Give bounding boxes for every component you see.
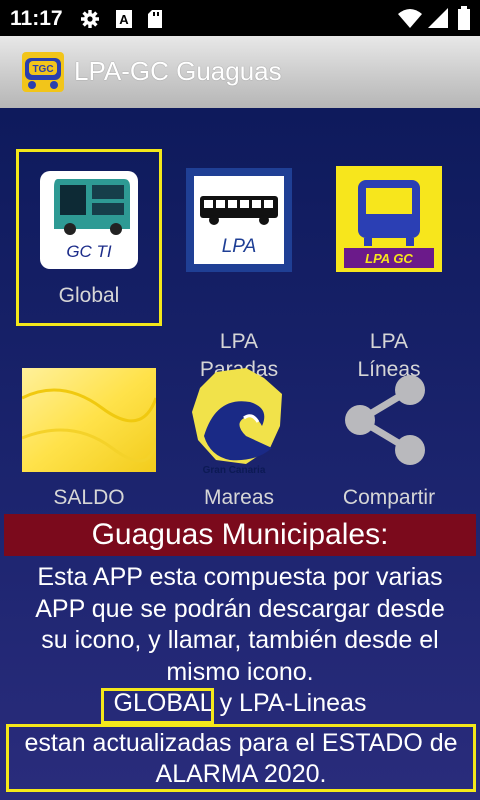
update-note: estan actualizadas para el ESTADO de ALA… bbox=[6, 724, 476, 792]
gear-icon bbox=[81, 10, 99, 28]
tile-lpa-lineas[interactable]: LPA GC LPA Líneas bbox=[316, 149, 462, 381]
status-bar: 11:17 A bbox=[0, 0, 480, 36]
tile-lpa-lineas-icon-text: LPA GC bbox=[365, 251, 413, 266]
share-icon bbox=[345, 375, 425, 465]
description-line: su icono, y llamar, también desde el bbox=[41, 626, 439, 654]
description-line: APP que se podrán descargar desde bbox=[35, 594, 445, 623]
tile-global-icon-text: GC TI bbox=[66, 242, 112, 261]
clock: 11:17 bbox=[10, 7, 63, 30]
global-highlight-box bbox=[101, 688, 214, 724]
bus-lpa-icon: LPA bbox=[186, 168, 292, 272]
lineas-text: y LPA-Lineas bbox=[212, 689, 367, 717]
tile-global[interactable]: GC TI Global bbox=[16, 149, 162, 326]
tile-mareas-label: Mareas bbox=[203, 486, 275, 509]
a-icon: A bbox=[116, 10, 132, 28]
tile-lpa-paradas-icon-text: LPA bbox=[222, 236, 257, 257]
highlight-line: GLOBAL y LPA-Lineas bbox=[0, 688, 480, 720]
wifi-icon bbox=[398, 9, 422, 28]
description-line: mismo icono. bbox=[166, 657, 314, 686]
tile-compartir-label: Compartir bbox=[342, 486, 436, 509]
note-line: ALARMA 2020. bbox=[155, 760, 327, 788]
bus-gc-ti-icon: GC TI bbox=[40, 171, 138, 269]
battery-icon bbox=[458, 6, 470, 30]
app-title: LPA-GC Guaguas bbox=[74, 56, 282, 86]
signal-icon bbox=[428, 8, 448, 28]
tile-compartir[interactable]: Compartir bbox=[316, 366, 462, 514]
tile-lpa-paradas[interactable]: LPA LPA Paradas bbox=[166, 149, 312, 381]
note-line: estan actualizadas para el ESTADO de bbox=[24, 729, 458, 757]
app-logo-icon: TGC bbox=[22, 52, 64, 92]
svg-text:A: A bbox=[119, 12, 129, 27]
logo-text: TGC bbox=[32, 64, 53, 75]
tile-saldo-label: SALDO bbox=[53, 486, 125, 509]
description-line: Esta APP esta compuesta por varias bbox=[37, 563, 443, 591]
section-banner: Guaguas Municipales: bbox=[4, 514, 476, 556]
tile-global-label: Global bbox=[58, 284, 120, 307]
tile-mareas[interactable]: Gran Canaria Mareas bbox=[166, 366, 312, 514]
sd-card-icon bbox=[148, 10, 162, 28]
tile-mareas-icon-text: Gran Canaria bbox=[203, 465, 266, 474]
tile-saldo[interactable]: SALDO bbox=[16, 366, 162, 514]
bus-lpa-gc-icon: LPA GC bbox=[336, 166, 442, 272]
wave-island-icon: Gran Canaria bbox=[192, 368, 282, 474]
card-icon bbox=[22, 368, 156, 472]
app-bar: TGC LPA-GC Guaguas bbox=[0, 36, 480, 110]
description-text: Esta APP esta compuesta por varias APP q… bbox=[0, 562, 480, 720]
main-content: GC TI Global LPA LPA Paradas LPA GC LPA … bbox=[0, 108, 480, 800]
